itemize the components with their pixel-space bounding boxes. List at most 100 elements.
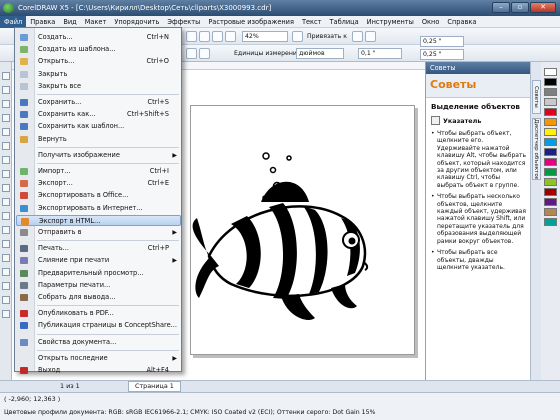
text-tool-icon[interactable] [2,198,10,206]
file-menu-item-сохранить[interactable]: Сохранить... Ctrl+S [16,97,181,108]
launcher-icon[interactable] [365,31,376,42]
duplicate-y-input[interactable]: 0,25 " [420,49,464,60]
maximize-button[interactable]: ▫ [511,2,529,13]
color-swatch[interactable] [544,128,557,136]
fill-tool-icon[interactable] [2,296,10,304]
dimension-tool-icon[interactable] [2,226,10,234]
file-menu-dropdown: Создать... Ctrl+N Создать из шаблона... Отк… [14,27,182,374]
file-menu-item-отправить-в[interactable]: Отправить в ▶ [16,227,181,238]
file-menu-item-создать[interactable]: Создать... Ctrl+N [16,32,181,43]
file-menu-item-опубликовать-в-pdf[interactable]: Опубликовать в PDF... [16,308,181,319]
interactive-fill-icon[interactable] [2,310,10,318]
file-menu-item-закрыть[interactable]: Закрыть [16,69,181,80]
menu-bitmaps[interactable]: Растровые изображения [204,16,298,28]
file-menu-item-сохранить-как-шаблон[interactable]: Сохранить как шаблон... [16,121,181,132]
paste-icon[interactable] [212,31,223,42]
color-swatch[interactable] [544,188,557,196]
file-menu-item-слияние-при-печати[interactable]: Слияние при печати ▶ [16,255,181,266]
blend-tool-icon[interactable] [2,254,10,262]
eyedropper-tool-icon[interactable] [2,268,10,276]
zoom-combo[interactable]: 42% [242,31,288,42]
connector-tool-icon[interactable] [2,240,10,248]
page-tab[interactable]: Страница 1 [128,381,181,392]
crop-tool-icon[interactable] [2,100,10,108]
tab-object-manager[interactable]: Диспетчер объектов [532,118,541,180]
nudge-distance-input[interactable]: 0,1 " [358,48,402,59]
zoom-tool-icon[interactable] [2,114,10,122]
color-swatch[interactable] [544,118,557,126]
file-menu-item-экспортировать-в-интернет[interactable]: Экспортировать в Интернет... [16,203,181,214]
landscape-icon[interactable] [199,48,210,59]
cut-icon[interactable] [186,31,197,42]
color-swatch[interactable] [544,68,557,76]
color-swatch[interactable] [544,218,557,226]
options-icon[interactable] [352,31,363,42]
color-profile-info[interactable]: Цветовые профили документа: RGB: sRGB IE… [4,409,375,416]
document-page[interactable] [190,105,415,355]
submenu-arrow-icon: ▶ [172,229,177,236]
file-menu-item-вернуть[interactable]: Вернуть [16,134,181,145]
outline-tool-icon[interactable] [2,282,10,290]
menu-window[interactable]: Окно [418,16,444,28]
color-swatch[interactable] [544,158,557,166]
file-menu-item-предварительный-просмотр[interactable]: Предварительный просмотр... [16,268,181,279]
rectangle-tool-icon[interactable] [2,156,10,164]
file-menu-item-собрать-для-вывода[interactable]: Собрать для вывода... [16,292,181,303]
menu-edit[interactable]: Правка [26,16,59,28]
file-menu-item-импорт[interactable]: Импорт... Ctrl+I [16,166,181,177]
file-menu-item-выход[interactable]: Выход Alt+F4 [16,365,181,376]
file-menu-item-печать[interactable]: Печать... Ctrl+P [16,243,181,254]
file-menu-item-открыть-последние[interactable]: Открыть последние ▶ [16,353,181,364]
smart-fill-icon[interactable] [2,142,10,150]
file-menu-item-сохранить-как[interactable]: Сохранить как... Ctrl+Shift+S [16,109,181,120]
undo-icon[interactable] [225,31,236,42]
menu-effects[interactable]: Эффекты [163,16,204,28]
color-swatch[interactable] [544,178,557,186]
color-swatch[interactable] [544,108,557,116]
menu-file[interactable]: Файл [0,15,27,28]
color-swatch[interactable] [544,78,557,86]
pick-tool-icon[interactable] [2,72,10,80]
close-window-button[interactable]: ✕ [530,2,556,13]
duplicate-x-input[interactable]: 0,25 " [420,36,464,47]
color-swatch[interactable] [544,88,557,96]
copy-icon[interactable] [199,31,210,42]
file-menu-item-параметры-печати[interactable]: Параметры печати... [16,280,181,291]
file-menu-item-открыть[interactable]: Открыть... Ctrl+O [16,56,181,67]
menu-text[interactable]: Текст [298,16,326,28]
ellipse-tool-icon[interactable] [2,170,10,178]
fullscreen-icon[interactable] [292,31,303,42]
menu-table[interactable]: Таблица [326,16,363,28]
file-menu-item-закрыть-все[interactable]: Закрыть все [16,81,181,92]
docker-banner: Советы [426,74,531,98]
file-menu-item-экспортировать-в-office[interactable]: Экспортировать в Office... [16,190,181,201]
file-menu-item-свойства-документа[interactable]: Свойства документа... [16,337,181,348]
minimize-button[interactable]: – [492,2,510,13]
fish-clipart[interactable] [191,106,416,356]
shape-tool-icon[interactable] [2,86,10,94]
file-menu-item-публикация-страницы-в-conceptshare[interactable]: Публикация страницы в ConceptShare... [16,320,181,331]
polygon-tool-icon[interactable] [2,184,10,192]
portrait-icon[interactable] [186,48,197,59]
freehand-tool-icon[interactable] [2,128,10,136]
menu-help[interactable]: Справка [443,16,480,28]
color-swatch[interactable] [544,138,557,146]
color-swatch[interactable] [544,208,557,216]
menu-tools[interactable]: Инструменты [363,16,418,28]
menu-view[interactable]: Вид [59,16,80,28]
toolbox [0,62,12,380]
units-select[interactable]: дюймов [296,48,344,59]
color-swatch[interactable] [544,98,557,106]
menu-layout[interactable]: Макет [81,16,111,28]
color-swatch[interactable] [544,168,557,176]
file-menu-item-создать-из-шаблона[interactable]: Создать из шаблона... [16,44,181,55]
tab-hints[interactable]: Советы [532,80,541,114]
color-swatch[interactable] [544,198,557,206]
file-menu-item-экспорт-в-html[interactable]: Экспорт в HTML... [16,214,181,226]
snap-to-dropdown[interactable]: Привязать к [307,31,347,42]
file-menu-item-экспорт[interactable]: Экспорт... Ctrl+E [16,178,181,189]
file-menu-item-получить-изображение[interactable]: Получить изображение ▶ [16,150,181,161]
table-tool-icon[interactable] [2,212,10,220]
menu-arrange[interactable]: Упорядочить [110,16,163,28]
color-swatch[interactable] [544,148,557,156]
